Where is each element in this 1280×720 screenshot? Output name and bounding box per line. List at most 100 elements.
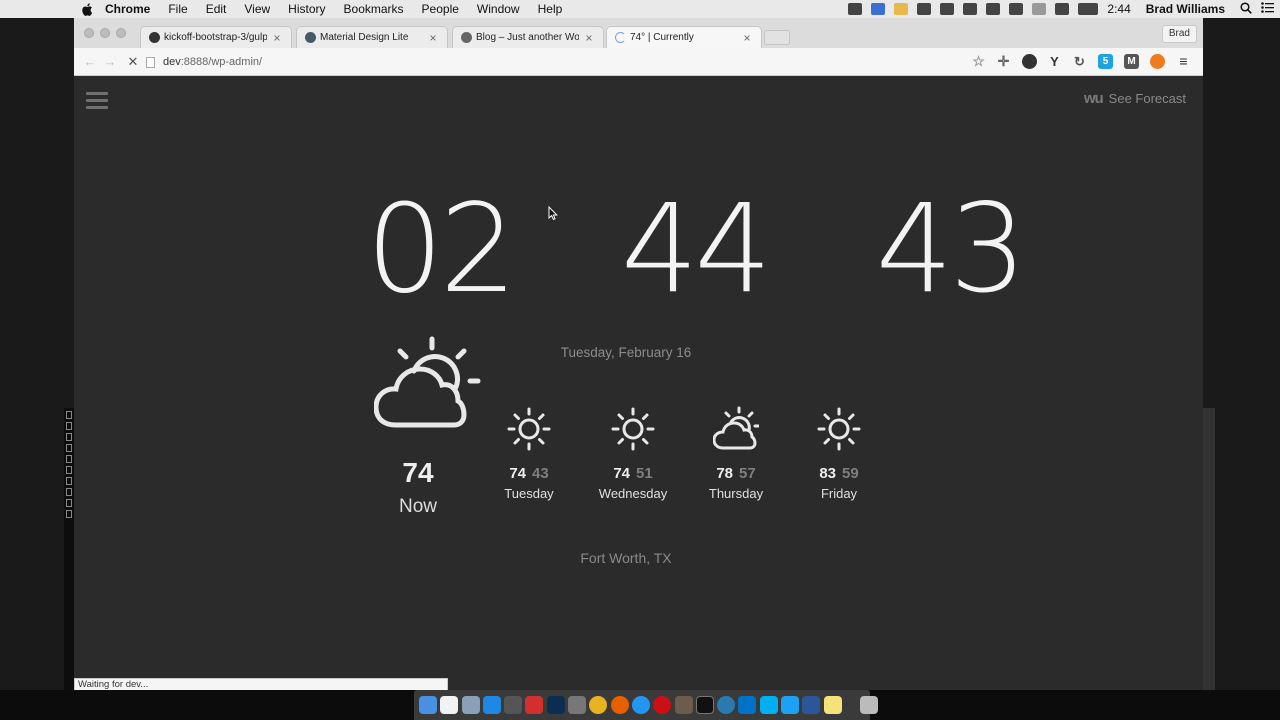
forecast-high: 74 <box>509 465 526 482</box>
see-forecast-link[interactable]: wu See Forecast <box>1084 90 1186 107</box>
word-icon[interactable] <box>802 696 821 714</box>
menu-bookmarks[interactable]: Bookmarks <box>335 2 413 16</box>
blog-icon <box>461 32 472 43</box>
firefox-icon[interactable] <box>610 696 629 714</box>
wordpress-app-icon[interactable] <box>717 696 736 714</box>
see-forecast-label: See Forecast <box>1108 91 1186 106</box>
vpn-icon[interactable] <box>963 3 978 15</box>
battery-icon[interactable] <box>1078 3 1099 15</box>
menubar-clock[interactable]: 2:44 <box>1107 2 1130 16</box>
browser-toolbar: ← → ✕ dev:8888/wp-admin/ ☆ ✛ Y ↻ 5 M ≡ <box>74 48 1203 76</box>
skype-app-icon[interactable] <box>759 696 778 714</box>
tab-material-design-lite[interactable]: Material Design Lite × <box>296 26 448 48</box>
forecast-low: 43 <box>532 465 549 482</box>
filezilla-icon[interactable] <box>525 696 544 714</box>
menubar-user-name[interactable]: Brad Williams <box>1146 2 1225 16</box>
forecast-day-name: Tuesday <box>504 486 554 501</box>
menu-file[interactable]: File <box>159 2 196 16</box>
menu-help[interactable]: Help <box>529 2 572 16</box>
opera-icon[interactable] <box>653 696 672 714</box>
forecast-low: 59 <box>842 465 859 482</box>
bluetooth-icon[interactable] <box>1032 3 1047 15</box>
launchpad-icon[interactable] <box>461 696 480 714</box>
calendar-icon[interactable] <box>440 696 459 714</box>
forward-arrow-icon[interactable]: → <box>103 55 117 69</box>
forecast-day: 78 57 Thursday <box>684 406 788 501</box>
menu-edit[interactable]: Edit <box>197 2 236 16</box>
address-bar[interactable]: dev:8888/wp-admin/ <box>146 52 994 72</box>
clock-hours: 02 <box>366 178 517 320</box>
move-crosshair-icon[interactable]: ✛ <box>996 54 1011 69</box>
stop-loading-icon[interactable]: ✕ <box>126 55 140 69</box>
app-store-icon[interactable] <box>482 696 501 714</box>
chrome-icon[interactable] <box>589 696 608 714</box>
close-icon[interactable]: × <box>741 31 753 45</box>
photoshop-icon[interactable] <box>546 696 565 714</box>
browser-window: kickoff-bootstrap-3/gulpfile × Material … <box>74 18 1203 692</box>
page-icon <box>146 56 155 68</box>
time-machine-icon[interactable] <box>1009 3 1024 15</box>
profile-button[interactable]: Brad <box>1161 25 1197 43</box>
bookmark-star-icon[interactable]: ☆ <box>971 54 986 69</box>
outlook-icon[interactable] <box>738 696 757 714</box>
safari-icon[interactable] <box>631 696 650 714</box>
wifi-icon[interactable] <box>1055 3 1070 15</box>
forecast-day: 74 51 Wednesday <box>581 406 685 501</box>
window-close-button[interactable] <box>84 28 94 38</box>
new-tab-button[interactable] <box>764 30 790 45</box>
m-extension-icon[interactable]: M <box>1124 54 1139 69</box>
orange-extension-icon[interactable] <box>1150 54 1165 69</box>
sequel-pro-icon[interactable] <box>674 696 693 714</box>
background-window-edge <box>1203 408 1215 690</box>
window-minimize-button[interactable] <box>100 28 110 38</box>
close-icon[interactable]: × <box>583 31 595 45</box>
screenflow-icon[interactable] <box>504 696 523 714</box>
close-icon[interactable]: × <box>427 31 439 45</box>
menu-history[interactable]: History <box>279 2 334 16</box>
notes-icon[interactable] <box>823 696 842 714</box>
tab-label: kickoff-bootstrap-3/gulpfile <box>164 32 267 43</box>
apple-menu-icon[interactable] <box>78 0 96 18</box>
color-picker-icon[interactable] <box>1022 54 1037 69</box>
refresh-extension-icon[interactable]: ↻ <box>1072 54 1087 69</box>
tab-label: 74° | Currently <box>630 32 694 43</box>
extension-5-icon[interactable]: 5 <box>1098 54 1113 69</box>
back-arrow-icon[interactable]: ← <box>83 55 97 69</box>
tab-blog[interactable]: Blog – Just another WordPress × <box>452 26 604 48</box>
window-zoom-button[interactable] <box>116 28 126 38</box>
screen-record-icon[interactable] <box>848 3 863 15</box>
hamburger-menu-icon[interactable] <box>86 92 108 110</box>
yoast-y-icon[interactable]: Y <box>1047 54 1062 69</box>
trash-icon[interactable] <box>860 696 879 714</box>
clock-seconds: 43 <box>875 178 1027 320</box>
menu-app-chrome[interactable]: Chrome <box>96 2 159 16</box>
forecast-day-name: Wednesday <box>598 486 668 501</box>
forecast-day: 83 59 Friday <box>787 406 891 501</box>
tab-github[interactable]: kickoff-bootstrap-3/gulpfile × <box>140 26 292 48</box>
forecast-high: 78 <box>716 465 733 482</box>
current-label: Now <box>398 496 437 517</box>
calculator-icon[interactable] <box>568 696 587 714</box>
finder-icon[interactable] <box>419 696 437 714</box>
evernote-icon[interactable] <box>871 3 886 15</box>
desktop-right <box>1203 18 1280 690</box>
notification-center-icon[interactable] <box>1261 2 1274 16</box>
current-temperature: 74 <box>402 457 434 488</box>
cloud-icon[interactable] <box>917 3 932 15</box>
menu-window[interactable]: Window <box>468 2 529 16</box>
skype-icon[interactable] <box>940 3 955 15</box>
close-icon[interactable]: × <box>271 31 283 45</box>
twitter-icon[interactable] <box>781 696 800 714</box>
upload-icon[interactable] <box>986 3 1001 15</box>
current-date: Tuesday, February 16 <box>560 345 692 360</box>
terminal-window-edge <box>64 408 74 698</box>
menu-people[interactable]: People <box>413 2 468 16</box>
spotlight-search-icon[interactable] <box>1240 1 1252 17</box>
tab-label: Blog – Just another WordPress <box>476 32 579 43</box>
chrome-menu-icon[interactable]: ≡ <box>1176 54 1191 69</box>
sketch-icon[interactable] <box>894 3 909 15</box>
menu-view[interactable]: View <box>235 2 279 16</box>
terminal-icon[interactable] <box>695 696 714 714</box>
forecast-temps: 74 43 <box>477 465 581 482</box>
tab-currently[interactable]: 74° | Currently × <box>606 26 762 48</box>
